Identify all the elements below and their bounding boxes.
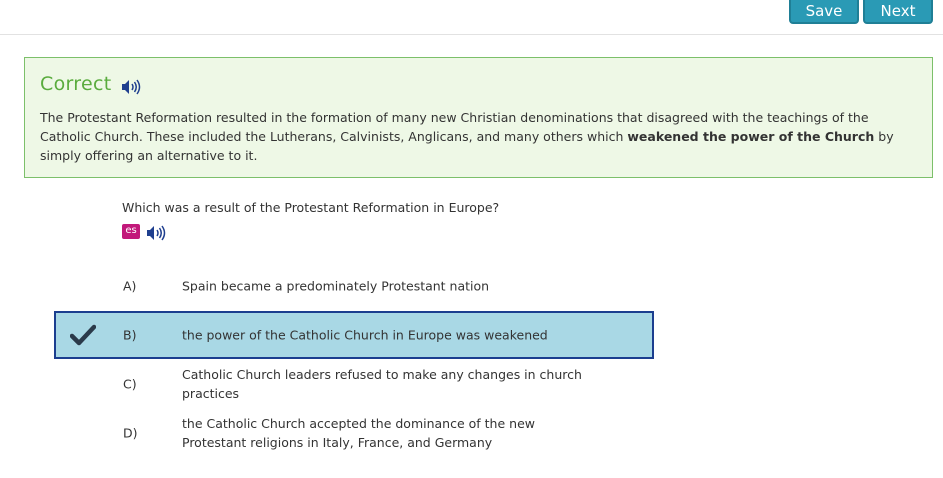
option-text: the power of the Catholic Church in Euro… [182, 327, 548, 343]
option-text: Catholic Church leaders refused to make … [182, 367, 582, 401]
question-text: Which was a result of the Protestant Ref… [122, 200, 500, 215]
answer-option-d[interactable]: D) the Catholic Church accepted the domi… [54, 409, 654, 457]
spanish-translation-icon[interactable]: es [122, 224, 140, 239]
next-button-label: Next [880, 2, 916, 20]
next-button[interactable]: Next [863, 0, 933, 24]
answer-option-b[interactable]: B) the power of the Catholic Church in E… [54, 311, 654, 359]
save-button-label: Save [805, 2, 843, 20]
option-letter: A) [123, 278, 137, 294]
save-button[interactable]: Save [789, 0, 859, 24]
feedback-explanation: The Protestant Reformation resulted in t… [40, 108, 920, 165]
checkmark-icon [70, 324, 96, 346]
option-letter: D) [123, 425, 138, 441]
feedback-panel: Correct The Protestant Reformation resul… [24, 57, 933, 178]
option-text: the Catholic Church accepted the dominan… [182, 416, 535, 450]
top-toolbar: Save Next [0, 0, 943, 35]
answer-option-c[interactable]: C) Catholic Church leaders refused to ma… [54, 360, 654, 408]
option-text: Spain became a predominately Protestant … [182, 278, 490, 294]
answer-option-a[interactable]: A) Spain became a predominately Protesta… [54, 262, 654, 310]
speaker-icon[interactable] [146, 224, 168, 242]
feedback-title: Correct [40, 73, 112, 95]
option-letter: C) [123, 376, 137, 392]
option-letter: B) [123, 327, 137, 343]
feedback-text-emphasis: weakened the power of the Church [627, 129, 875, 144]
speaker-icon[interactable] [121, 79, 141, 95]
